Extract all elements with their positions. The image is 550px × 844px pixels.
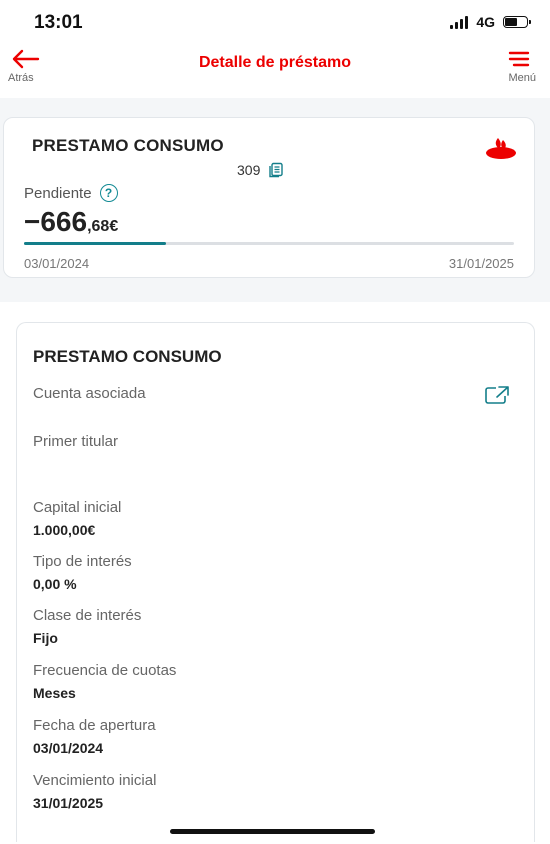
interest-rate-label: Tipo de interés [33, 553, 132, 570]
linked-account-label: Cuenta asociada [33, 385, 146, 402]
interest-class-row: Clase de interés Fijo [33, 607, 141, 646]
loan-progress-fill [24, 242, 167, 245]
opening-date-label: Fecha de apertura [33, 717, 156, 734]
pending-amount: −666,68€ [24, 206, 118, 238]
interest-rate-row: Tipo de interés 0,00 % [33, 553, 132, 592]
menu-icon [508, 51, 530, 67]
interest-class-label: Clase de interés [33, 607, 142, 624]
opening-date-row: Fecha de apertura 03/01/2024 [33, 717, 156, 756]
initial-capital-label: Capital inicial [33, 499, 122, 516]
amount-decimals: ,68€ [87, 218, 119, 235]
initial-maturity-label: Vencimiento inicial [33, 772, 157, 789]
end-date: 31/01/2025 [448, 256, 514, 271]
home-indicator [170, 829, 375, 834]
pending-label: Pendiente [24, 184, 92, 202]
start-date: 03/01/2024 [24, 256, 90, 271]
initial-capital-row: Capital inicial 1.000,00€ [33, 499, 121, 538]
first-holder-label: Primer titular [33, 433, 119, 447]
help-icon[interactable]: ? [99, 184, 118, 202]
payment-frequency-value: Meses [33, 685, 76, 701]
pending-row: Pendiente ? [24, 184, 118, 202]
network-type: 4G [476, 14, 495, 30]
battery-icon [503, 16, 531, 28]
menu-button[interactable]: Menú [494, 48, 542, 88]
loan-name: PRESTAMO CONSUMO [32, 136, 224, 155]
page-title: Detalle de préstamo [198, 54, 352, 71]
external-link-icon[interactable] [484, 385, 510, 405]
loan-summary-card: PRESTAMO CONSUMO 309 Pendiente ? −666,68… [3, 117, 535, 278]
santander-logo-icon [486, 138, 516, 159]
status-indicators: 4G [450, 14, 531, 30]
loan-progress-bar [24, 242, 514, 245]
initial-capital-value: 1.000,00€ [33, 522, 96, 538]
account-number: 309 [237, 162, 284, 178]
interest-class-value: Fijo [33, 630, 58, 646]
signal-icon [450, 15, 469, 29]
account-number-text: 309 [237, 162, 261, 178]
initial-maturity-row: Vencimiento inicial 31/01/2025 [33, 772, 156, 811]
opening-date-value: 03/01/2024 [33, 740, 104, 756]
initial-maturity-value: 31/01/2025 [33, 795, 104, 811]
interest-rate-value: 0,00 % [33, 576, 77, 592]
copy-icon[interactable] [268, 162, 284, 178]
linked-account-row: Cuenta asociada [33, 385, 146, 402]
details-title: PRESTAMO CONSUMO [33, 347, 222, 366]
first-holder-row: Primer titular [33, 433, 118, 447]
loan-details-card: PRESTAMO CONSUMO Cuenta asociada Primer … [16, 322, 535, 842]
nav-bar: Atrás Detalle de préstamo Menú [0, 44, 550, 94]
payment-frequency-label: Frecuencia de cuotas [33, 662, 177, 679]
amount-integer: −666 [24, 206, 88, 237]
back-label: Atrás [8, 72, 34, 84]
menu-label: Menú [508, 72, 536, 84]
status-time: 13:01 [34, 12, 83, 33]
status-bar: 13:01 4G [0, 0, 550, 44]
payment-frequency-row: Frecuencia de cuotas Meses [33, 662, 176, 701]
